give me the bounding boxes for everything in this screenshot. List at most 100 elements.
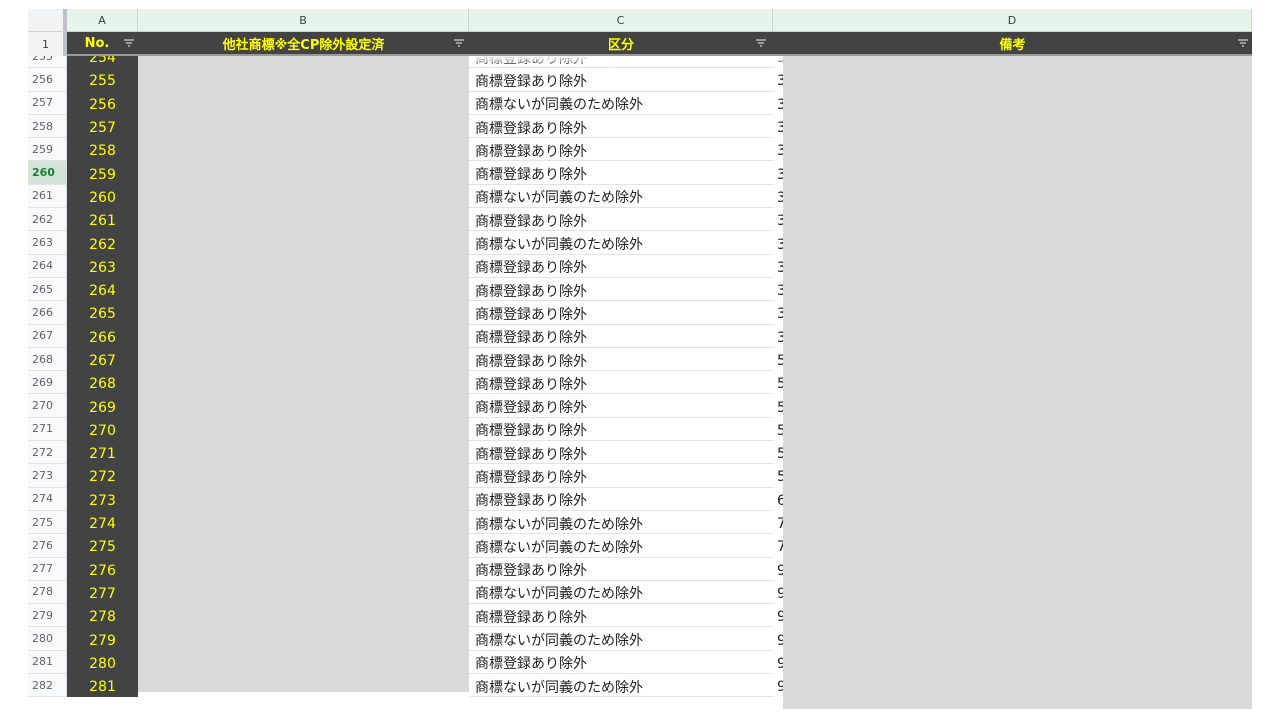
row-header[interactable]: 273 <box>28 464 67 488</box>
cell-no[interactable]: 281 <box>67 674 138 698</box>
cell-category[interactable]: 商標ないが同義のため除外 <box>469 510 773 535</box>
header-notes[interactable]: 備考 <box>773 32 1252 54</box>
cell-trademark-masked[interactable] <box>138 277 469 302</box>
cell-category[interactable]: 商標ないが同義のため除外 <box>469 674 773 698</box>
row-header[interactable]: 281 <box>28 650 67 675</box>
cell-notes-partial[interactable]: 3 <box>773 184 783 209</box>
header-competitor-trademark[interactable]: 他社商標※全CP除外設定済 <box>138 32 469 54</box>
cell-trademark-masked[interactable] <box>138 56 469 69</box>
row-header[interactable]: 267 <box>28 324 67 348</box>
cell-no[interactable]: 267 <box>67 347 138 372</box>
row-header[interactable]: 270 <box>28 394 67 418</box>
cell-notes-partial[interactable]: 3 <box>773 324 783 348</box>
cell-category[interactable]: 商標登録あり除外 <box>469 441 773 465</box>
cell-trademark-masked[interactable] <box>138 91 469 115</box>
cell-notes-partial[interactable]: 3 <box>773 138 783 162</box>
row-header[interactable]: 264 <box>28 254 67 278</box>
cell-category[interactable]: 商標登録あり除外 <box>469 604 773 628</box>
cell-no[interactable]: 277 <box>67 580 138 605</box>
row-header[interactable]: 282 <box>28 674 67 698</box>
cell-notes-partial[interactable]: 9 <box>773 557 783 581</box>
cell-no[interactable]: 265 <box>67 301 138 325</box>
cell-category[interactable]: 商標登録あり除外 <box>469 138 773 162</box>
cell-no[interactable]: 271 <box>67 441 138 465</box>
cell-trademark-masked[interactable] <box>138 347 469 372</box>
cell-no[interactable]: 264 <box>67 277 138 302</box>
cell-category[interactable]: 商標登録あり除外 <box>469 487 773 511</box>
cell-no[interactable]: 270 <box>67 417 138 442</box>
cell-no[interactable]: 278 <box>67 604 138 628</box>
cell-no[interactable]: 276 <box>67 557 138 581</box>
filter-icon[interactable] <box>755 38 767 48</box>
cell-no[interactable]: 260 <box>67 184 138 209</box>
row-header[interactable]: 256 <box>28 68 67 92</box>
row-header[interactable]: 268 <box>28 347 67 372</box>
cell-trademark-masked[interactable] <box>138 184 469 209</box>
cell-notes-partial[interactable]: 5 <box>773 371 783 395</box>
filter-icon[interactable] <box>123 38 135 48</box>
cell-trademark-masked[interactable] <box>138 441 469 465</box>
row-header[interactable]: 261 <box>28 184 67 209</box>
row-header[interactable]: 275 <box>28 510 67 535</box>
cell-notes-partial[interactable]: 5 <box>773 441 783 465</box>
cell-category[interactable]: 商標登録あり除外 <box>469 417 773 442</box>
cell-category[interactable]: 商標登録あり除外 <box>469 464 773 488</box>
cell-notes-partial[interactable]: 3 <box>773 231 783 255</box>
cell-category[interactable]: 商標登録あり除外 <box>469 277 773 302</box>
cell-notes-partial[interactable]: 9 <box>773 604 783 628</box>
cell-no[interactable]: 259 <box>67 161 138 185</box>
row-header[interactable]: 255 <box>28 56 67 69</box>
cell-notes-partial[interactable]: 9 <box>773 627 783 651</box>
row-header[interactable]: 260 <box>28 161 67 185</box>
cell-trademark-masked[interactable] <box>138 534 469 558</box>
row-header[interactable]: 265 <box>28 277 67 302</box>
header-category[interactable]: 区分 <box>469 32 773 54</box>
cell-category[interactable]: 商標登録あり除外 <box>469 254 773 278</box>
cell-no[interactable]: 280 <box>67 650 138 675</box>
column-header-c[interactable]: C <box>469 9 773 32</box>
column-header-b[interactable]: B <box>138 9 469 32</box>
cell-no[interactable]: 268 <box>67 371 138 395</box>
cell-category[interactable]: 商標登録あり除外 <box>469 114 773 139</box>
cell-category[interactable]: 商標登録あり除外 <box>469 371 773 395</box>
cell-trademark-masked[interactable] <box>138 324 469 348</box>
row-header[interactable]: 262 <box>28 208 67 232</box>
cell-no[interactable]: 272 <box>67 464 138 488</box>
row-header-1[interactable]: 1 <box>28 32 67 56</box>
row-header[interactable]: 278 <box>28 580 67 605</box>
cell-trademark-masked[interactable] <box>138 417 469 442</box>
cell-no[interactable]: 256 <box>67 91 138 115</box>
row-header[interactable]: 257 <box>28 91 67 115</box>
row-header[interactable]: 259 <box>28 138 67 162</box>
row-header[interactable]: 277 <box>28 557 67 581</box>
cell-trademark-masked[interactable] <box>138 604 469 628</box>
row-header[interactable]: 272 <box>28 441 67 465</box>
cell-trademark-masked[interactable] <box>138 510 469 535</box>
cell-notes-partial[interactable]: 9 <box>773 650 783 675</box>
select-all-corner[interactable] <box>28 9 67 32</box>
cell-notes-partial[interactable]: 3 <box>773 277 783 302</box>
row-header[interactable]: 263 <box>28 231 67 255</box>
cell-notes-partial[interactable]: 5 <box>773 417 783 442</box>
cell-no[interactable]: 257 <box>67 114 138 139</box>
cell-trademark-masked[interactable] <box>138 68 469 92</box>
cell-category[interactable]: 商標登録あり除外 <box>469 68 773 92</box>
header-no[interactable]: No. <box>67 32 127 54</box>
column-header-a[interactable]: A <box>67 9 138 32</box>
cell-trademark-masked[interactable] <box>138 557 469 581</box>
cell-notes-partial[interactable]: 7 <box>773 510 783 535</box>
cell-category[interactable]: 商標ないが同義のため除外 <box>469 580 773 605</box>
cell-trademark-masked[interactable] <box>138 208 469 232</box>
cell-notes-partial[interactable]: 3 <box>773 254 783 278</box>
cell-category[interactable]: 商標登録あり除外 <box>469 208 773 232</box>
cell-category[interactable]: 商標登録あり除外 <box>469 324 773 348</box>
cell-no[interactable]: 273 <box>67 487 138 511</box>
cell-no[interactable]: 266 <box>67 324 138 348</box>
cell-notes-partial[interactable]: 9 <box>773 580 783 605</box>
cell-category[interactable]: 商標ないが同義のため除外 <box>469 231 773 255</box>
cell-category[interactable]: 商標ないが同義のため除外 <box>469 534 773 558</box>
cell-trademark-masked[interactable] <box>138 301 469 325</box>
row-header[interactable]: 280 <box>28 627 67 651</box>
cell-category[interactable]: 商標登録あり除外 <box>469 301 773 325</box>
cell-trademark-masked[interactable] <box>138 161 469 185</box>
